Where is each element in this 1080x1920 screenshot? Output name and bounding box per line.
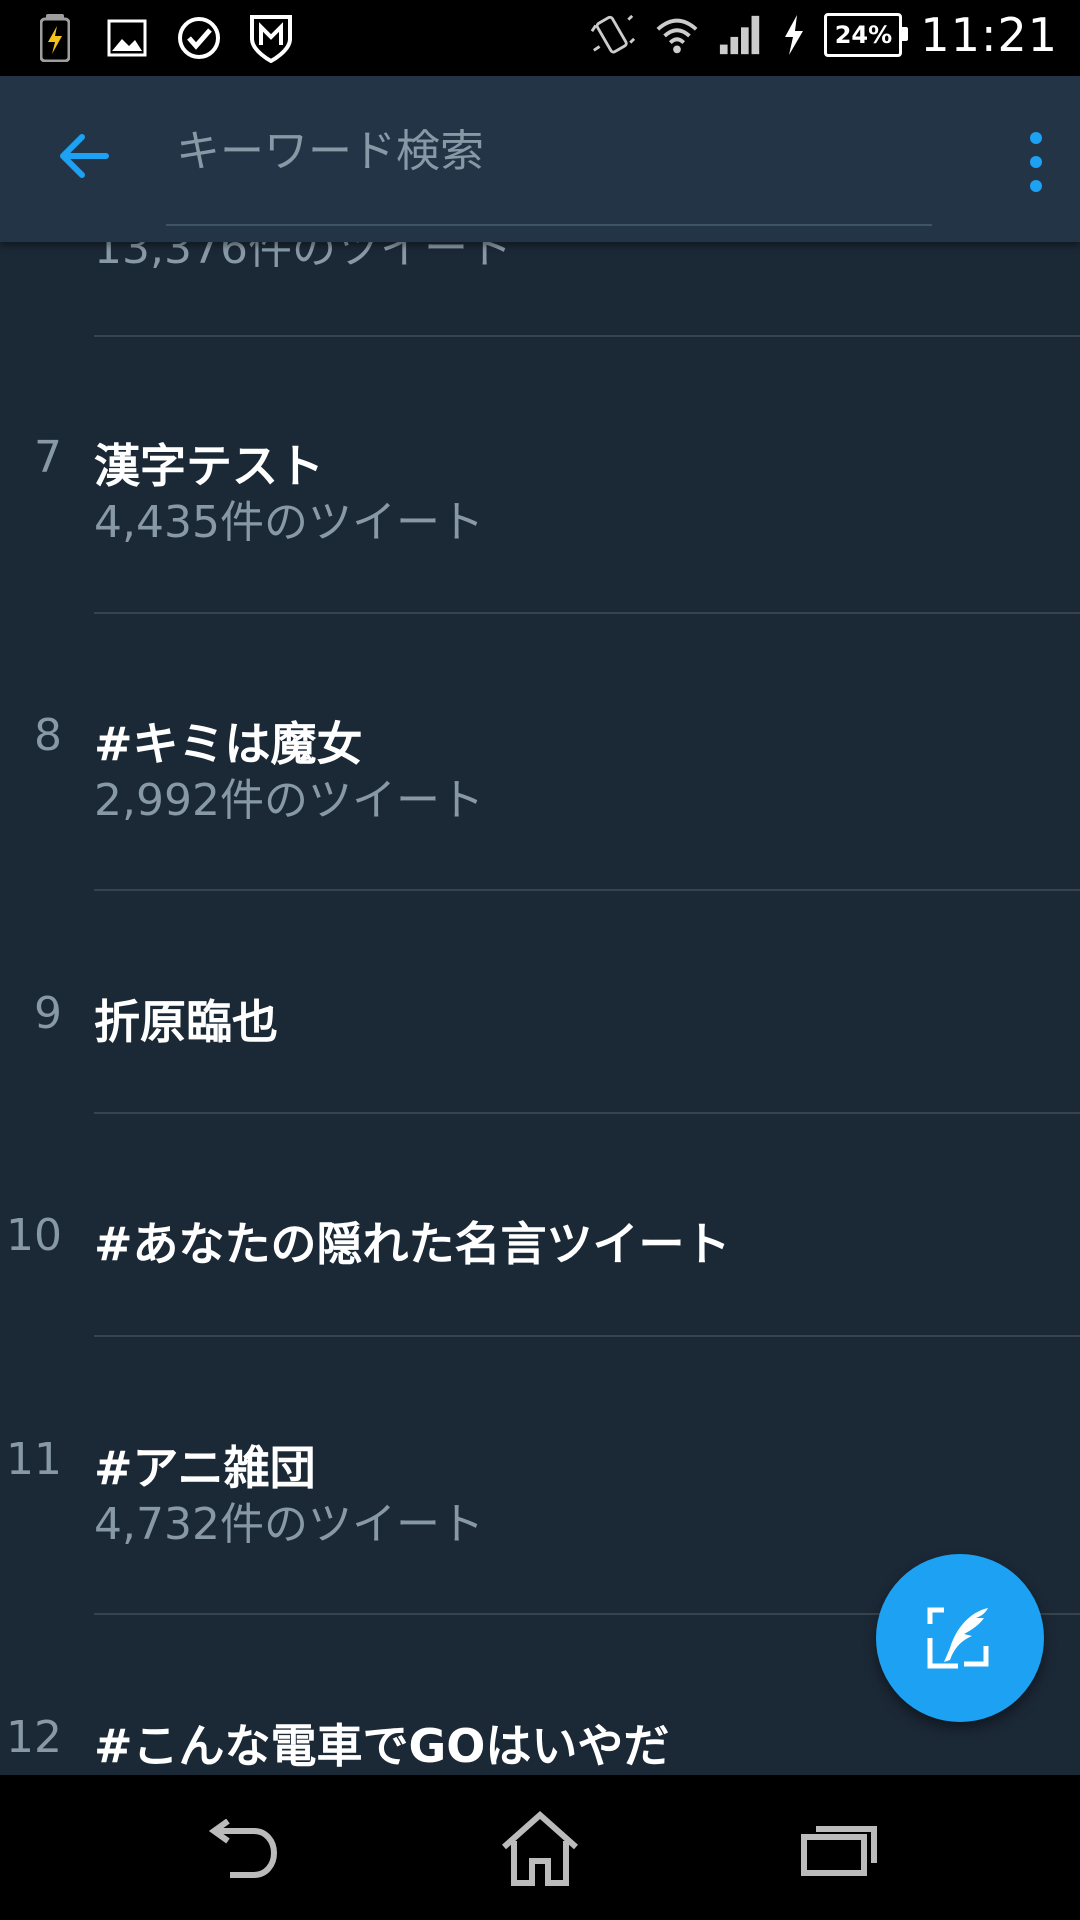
divider (94, 889, 1080, 891)
mcafee-icon (248, 12, 294, 64)
trend-rank: 7 (34, 432, 62, 483)
divider (94, 335, 1080, 337)
more-options-button[interactable] (1022, 132, 1050, 192)
search-toolbar (0, 76, 1080, 242)
search-underline (166, 224, 932, 226)
trends-list[interactable]: 13,376件のツイート 7 漢字テスト 4,435件のツイート 8 #キミは魔… (0, 0, 1080, 1775)
trend-rank: 9 (34, 988, 62, 1039)
trend-count: 4,435件のツイート (94, 497, 484, 548)
nav-home-button[interactable] (490, 1807, 590, 1891)
wifi-icon (654, 9, 700, 61)
cell-signal-icon (718, 9, 764, 61)
check-circle-icon (176, 12, 222, 64)
back-button[interactable] (54, 126, 114, 186)
recents-icon (801, 1826, 877, 1876)
charging-bolt-icon (782, 9, 806, 61)
trend-title: #こんな電車でGOはいやだ (94, 1719, 670, 1773)
trend-rank: 10 (6, 1210, 62, 1261)
nav-back-button[interactable] (192, 1807, 292, 1891)
compose-tweet-button[interactable] (876, 1554, 1044, 1722)
screen: 13,376件のツイート 7 漢字テスト 4,435件のツイート 8 #キミは魔… (0, 0, 1080, 1920)
divider (94, 1112, 1080, 1114)
trend-title: #あなたの隠れた名言ツイート (94, 1217, 731, 1271)
status-bar: 24% 11:21 (0, 0, 1080, 76)
search-field[interactable] (166, 116, 932, 226)
divider (94, 1335, 1080, 1337)
clock: 11:21 (920, 8, 1058, 62)
trend-rank: 11 (6, 1434, 62, 1485)
navigation-bar (0, 1775, 1080, 1920)
trend-rank: 8 (34, 710, 62, 761)
battery-charging-icon (32, 12, 78, 64)
trend-rank: 12 (6, 1712, 62, 1763)
back-nav-icon (208, 1819, 278, 1878)
vibrate-icon (590, 9, 636, 61)
gallery-icon (104, 12, 150, 64)
compose-tweet-icon (927, 1607, 989, 1669)
divider (94, 612, 1080, 614)
home-icon (502, 1810, 578, 1886)
trend-count: 2,992件のツイート (94, 775, 484, 826)
nav-recents-button[interactable] (790, 1807, 890, 1891)
more-vert-icon-dot (1030, 156, 1042, 168)
battery-percent: 24% (824, 13, 909, 57)
search-input[interactable] (166, 116, 932, 186)
more-vert-icon (1030, 132, 1042, 144)
more-vert-icon-dot (1030, 180, 1042, 192)
trend-count: 4,732件のツイート (94, 1499, 484, 1550)
trend-title: 折原臨也 (94, 995, 278, 1049)
arrow-left-icon (60, 134, 109, 178)
